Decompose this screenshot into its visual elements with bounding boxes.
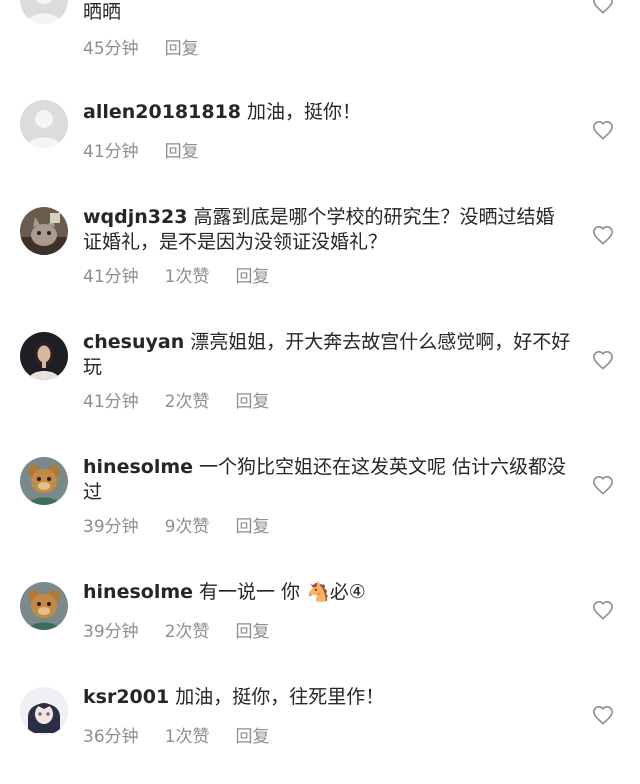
comment-time: 45分钟 <box>83 39 139 59</box>
comment-username[interactable]: ksr2001 <box>83 686 169 708</box>
comment-meta: 41分钟 回复 <box>83 137 225 162</box>
comment-username[interactable]: hinesolme <box>83 581 193 603</box>
comment-text: ksr2001 加油，挺你，往死里作！ <box>83 685 573 710</box>
like-button[interactable] <box>592 225 614 245</box>
avatar[interactable] <box>20 207 68 255</box>
default-avatar-icon <box>20 0 68 24</box>
comment-time: 36分钟 <box>83 727 139 747</box>
comment-meta: 45分钟 回复 <box>83 34 225 59</box>
comment-text: hinesolme 一个狗比空姐还在这发英文呢 估计六级都没过 <box>83 455 573 505</box>
heart-icon <box>593 475 613 495</box>
reply-button[interactable]: 回复 <box>235 727 269 747</box>
comment-text: chesuyan 漂亮姐姐，开大奔去故宫什么感觉啊，好不好玩 <box>83 330 573 380</box>
comment-body: 加油，挺你！ <box>247 101 362 123</box>
comment-text: wqdjn323 高露到底是哪个学校的研究生？没晒过结婚证婚礼，是不是因为没领证没… <box>83 205 573 255</box>
avatar[interactable] <box>20 332 68 380</box>
comment-time: 41分钟 <box>83 267 139 287</box>
bear-avatar-icon <box>20 582 68 630</box>
like-button[interactable] <box>592 350 614 370</box>
comment-body: 晒晒 <box>83 1 122 23</box>
avatar[interactable] <box>20 687 68 735</box>
like-button[interactable] <box>592 705 614 725</box>
comment-meta: 39分钟 9次赞 回复 <box>83 512 295 537</box>
comment-time: 39分钟 <box>83 622 139 642</box>
bear-avatar-icon <box>20 457 68 505</box>
like-count[interactable]: 9次赞 <box>165 517 210 537</box>
like-count[interactable]: 2次赞 <box>165 622 210 642</box>
default-avatar-icon <box>20 100 68 148</box>
like-button[interactable] <box>592 0 614 14</box>
like-button[interactable] <box>592 120 614 140</box>
anime-avatar-icon <box>20 687 68 735</box>
cat-avatar-icon <box>20 207 68 255</box>
comment-meta: 39分钟 2次赞 回复 <box>83 617 295 642</box>
comment-time: 39分钟 <box>83 517 139 537</box>
reply-button[interactable]: 回复 <box>235 622 269 642</box>
like-count[interactable]: 2次赞 <box>165 392 210 412</box>
heart-icon <box>593 120 613 140</box>
comment-time: 41分钟 <box>83 142 139 162</box>
heart-icon <box>593 350 613 370</box>
reply-button[interactable]: 回复 <box>235 267 269 287</box>
heart-icon <box>593 705 613 725</box>
comment-text: hinesolme 有一说一 你 🐴必④ <box>83 580 573 605</box>
reply-button[interactable]: 回复 <box>235 392 269 412</box>
comment-meta: 41分钟 1次赞 回复 <box>83 262 295 287</box>
comment-text: allen20181818 加油，挺你！ <box>83 100 573 125</box>
avatar[interactable] <box>20 0 68 24</box>
like-count[interactable]: 1次赞 <box>165 267 210 287</box>
comment-username[interactable]: chesuyan <box>83 331 184 353</box>
woman-avatar-icon <box>20 332 68 380</box>
comment-meta: 41分钟 2次赞 回复 <box>83 387 295 412</box>
like-button[interactable] <box>592 600 614 620</box>
comment-body: 加油，挺你，往死里作！ <box>175 686 385 708</box>
avatar[interactable] <box>20 457 68 505</box>
like-button[interactable] <box>592 475 614 495</box>
comment-username[interactable]: allen20181818 <box>83 101 241 123</box>
reply-button[interactable]: 回复 <box>165 142 199 162</box>
heart-icon <box>593 0 613 14</box>
comment-username[interactable]: hinesolme <box>83 456 193 478</box>
avatar[interactable] <box>20 100 68 148</box>
reply-button[interactable]: 回复 <box>235 517 269 537</box>
like-count[interactable]: 1次赞 <box>165 727 210 747</box>
comment-time: 41分钟 <box>83 392 139 412</box>
avatar[interactable] <box>20 582 68 630</box>
comment-body: 有一说一 你 🐴必④ <box>199 581 366 603</box>
comment-text: 晒晒 <box>83 0 573 25</box>
heart-icon <box>593 600 613 620</box>
comment-username[interactable]: wqdjn323 <box>83 206 187 228</box>
comment-meta: 36分钟 1次赞 回复 <box>83 722 295 747</box>
heart-icon <box>593 225 613 245</box>
reply-button[interactable]: 回复 <box>165 39 199 59</box>
